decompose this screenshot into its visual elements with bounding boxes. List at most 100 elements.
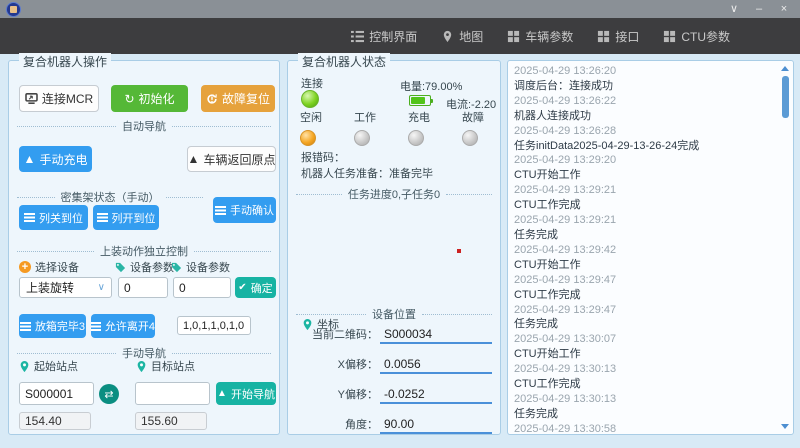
operations-panel: 复合机器人操作 连接MCR ↻ 初始化 故障复位 自动导航 ▲ 手动充电 ▲ 车… xyxy=(8,60,280,435)
scrollbar[interactable] xyxy=(780,63,791,432)
column-open-button[interactable]: 列开到位 xyxy=(93,205,159,230)
device-param-label-2-text: 设备参数 xyxy=(186,259,230,275)
select-device-label-text: 选择设备 xyxy=(35,259,79,275)
stack-icon xyxy=(20,322,31,331)
allow-leave-button[interactable]: 允许离开4 xyxy=(91,314,155,338)
nav-tab-label: CTU参数 xyxy=(681,28,730,45)
nav-tab-vehicle-params[interactable]: 车辆参数 xyxy=(507,28,573,45)
battery-fill xyxy=(411,97,425,104)
box-done-button[interactable]: 放箱完毕3 xyxy=(19,314,86,338)
nav-tab-map[interactable]: 地图 xyxy=(441,28,483,45)
position-row-label: 角度： xyxy=(294,416,378,432)
confirm-button[interactable]: ✔ 确定 xyxy=(235,277,276,298)
app-icon-inner xyxy=(10,6,17,13)
nav-bar: 控制界面 地图 车辆参数 接口 CTU参数 xyxy=(0,18,800,54)
stack-icon xyxy=(97,213,108,222)
column-open-label: 列开到位 xyxy=(112,210,156,226)
list-icon xyxy=(351,30,364,43)
device-param-input-2[interactable] xyxy=(173,277,231,298)
nav-tab-label: 控制界面 xyxy=(369,28,417,45)
check-icon: ✔ xyxy=(238,283,246,293)
divider-task-progress-label: 任务进度0,子任务0 xyxy=(348,186,440,202)
log-message: CTU工作完成 xyxy=(514,198,777,213)
divider-upper-control: 上装动作独立控制 xyxy=(17,243,271,259)
position-row: Y偏移：-0.0252 xyxy=(294,386,492,403)
window-minimize-icon[interactable]: – xyxy=(753,0,765,18)
status-light-label: 工作 xyxy=(352,109,406,125)
target-coord-field xyxy=(135,412,207,430)
log-timestamp: 2025-04-29 13:30:13 xyxy=(514,362,777,377)
grid-icon xyxy=(507,30,520,43)
error-code-label: 报错码： xyxy=(301,149,345,165)
manual-confirm-button[interactable]: 手动确认 xyxy=(213,197,276,223)
status-light-label: 故障 xyxy=(460,109,514,125)
log-message: 机器人连接成功 xyxy=(514,109,777,124)
log-message: CTU开始工作 xyxy=(514,258,777,273)
scrollbar-thumb[interactable] xyxy=(782,76,789,118)
log-message: CTU工作完成 xyxy=(514,377,777,392)
device-param-input-1[interactable] xyxy=(118,277,168,298)
stack-icon xyxy=(215,206,226,215)
window-controls: ∨ – × xyxy=(728,0,790,18)
start-coord-field xyxy=(19,412,91,430)
start-nav-button[interactable]: ▲ 开始导航 xyxy=(216,382,276,405)
connect-status-label: 连接 xyxy=(301,75,323,91)
position-row-value: S000034 xyxy=(380,327,492,344)
log-timestamp: 2025-04-29 13:30:13 xyxy=(514,392,777,407)
log-panel: 2025-04-29 13:26:20调度后台：连接成功2025-04-29 1… xyxy=(507,60,794,435)
status-light-indicator xyxy=(300,130,316,146)
divider-task-progress: 任务进度0,子任务0 xyxy=(296,186,492,202)
log-list[interactable]: 2025-04-29 13:26:20调度后台：连接成功2025-04-29 1… xyxy=(514,64,777,432)
manual-charge-button[interactable]: ▲ 手动充电 xyxy=(19,146,92,172)
allow-leave-label: 允许离开4 xyxy=(105,318,155,334)
nav-tab-ctu-params[interactable]: CTU参数 xyxy=(663,28,730,45)
return-origin-button[interactable]: ▲ 车辆返回原点 xyxy=(187,146,276,172)
nav-tab-control-ui[interactable]: 控制界面 xyxy=(351,28,417,45)
reset-alert-icon xyxy=(206,93,218,105)
divider-auto-nav-label: 自动导航 xyxy=(122,118,166,134)
column-close-button[interactable]: 列关到位 xyxy=(19,205,88,230)
swap-icon: ⇄ xyxy=(104,388,113,401)
log-message: CTU开始工作 xyxy=(514,168,777,183)
divider-shelf-status-label: 密集架状态（手动） xyxy=(61,189,160,205)
connect-mcr-button[interactable]: 连接MCR xyxy=(19,85,99,112)
tag-icon xyxy=(171,262,182,273)
start-station-input[interactable] xyxy=(19,382,94,405)
fault-reset-button[interactable]: 故障复位 xyxy=(201,85,275,112)
nav-tab-label: 地图 xyxy=(459,28,483,45)
initialize-button[interactable]: ↻ 初始化 xyxy=(111,85,188,112)
chevron-down-icon: ∨ xyxy=(98,282,105,293)
status-lights-row: 空闲工作充电故障 xyxy=(298,109,514,146)
refresh-icon: ↻ xyxy=(124,93,134,105)
tag-icon xyxy=(115,262,126,273)
window-close-icon[interactable]: × xyxy=(778,0,790,18)
stack-icon xyxy=(91,322,101,331)
target-station-input[interactable] xyxy=(135,382,210,405)
scroll-down-icon[interactable] xyxy=(781,424,789,429)
triangle-icon: ▲ xyxy=(24,153,36,165)
box-done-label: 放箱完毕3 xyxy=(35,318,85,334)
status-panel: 复合机器人状态 连接 电量:79.00% 电流:-2.20 空闲工作充电故障 报… xyxy=(287,60,501,435)
operations-panel-title: 复合机器人操作 xyxy=(19,53,111,70)
start-nav-label: 开始导航 xyxy=(231,386,275,402)
nav-tab-port[interactable]: 接口 xyxy=(597,28,639,45)
window-restore-icon[interactable]: ∨ xyxy=(728,0,740,18)
manual-charge-label: 手动充电 xyxy=(39,151,87,168)
scroll-up-icon[interactable] xyxy=(781,66,789,71)
swap-stations-button[interactable]: ⇄ xyxy=(99,384,119,404)
manual-confirm-label: 手动确认 xyxy=(230,202,274,218)
connect-mcr-label: 连接MCR xyxy=(42,90,93,107)
device-select[interactable]: 上装旋转 ∨ xyxy=(19,277,112,298)
triangle-icon: ▲ xyxy=(217,389,227,399)
fault-reset-label: 故障复位 xyxy=(222,90,270,107)
log-timestamp: 2025-04-29 13:29:47 xyxy=(514,273,777,288)
position-row-value: -0.0252 xyxy=(380,387,492,404)
position-row-label: X偏移： xyxy=(294,356,378,372)
map-pin-icon xyxy=(441,30,454,43)
device-param-label-2: 设备参数 xyxy=(171,259,230,275)
log-message: CTU开始工作 xyxy=(514,347,777,362)
location-pin-icon xyxy=(19,360,30,373)
connect-status-light xyxy=(301,90,319,108)
status-bits-field[interactable] xyxy=(177,316,251,335)
status-light-group: 充电 xyxy=(406,109,460,146)
